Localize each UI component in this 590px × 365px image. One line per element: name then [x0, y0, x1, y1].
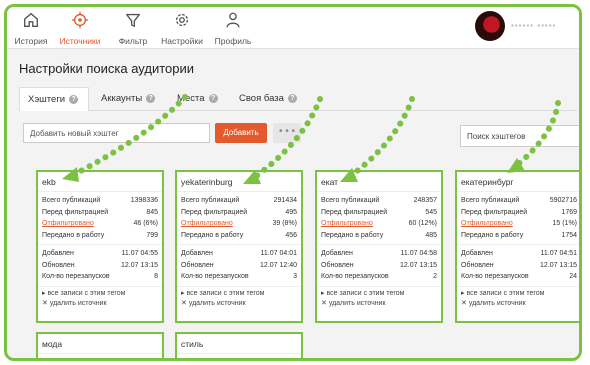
- arrowhead: [507, 158, 525, 173]
- arrow-annotation: [252, 96, 323, 180]
- annotation-arrows: [62, 94, 561, 184]
- app-frame: История Источники Фильтр Настройки Профи…: [4, 4, 582, 361]
- arrowhead: [62, 167, 79, 182]
- arrow-annotation: [72, 94, 188, 177]
- arrow-annotation: [514, 100, 561, 168]
- arrow-annotation: [349, 96, 415, 178]
